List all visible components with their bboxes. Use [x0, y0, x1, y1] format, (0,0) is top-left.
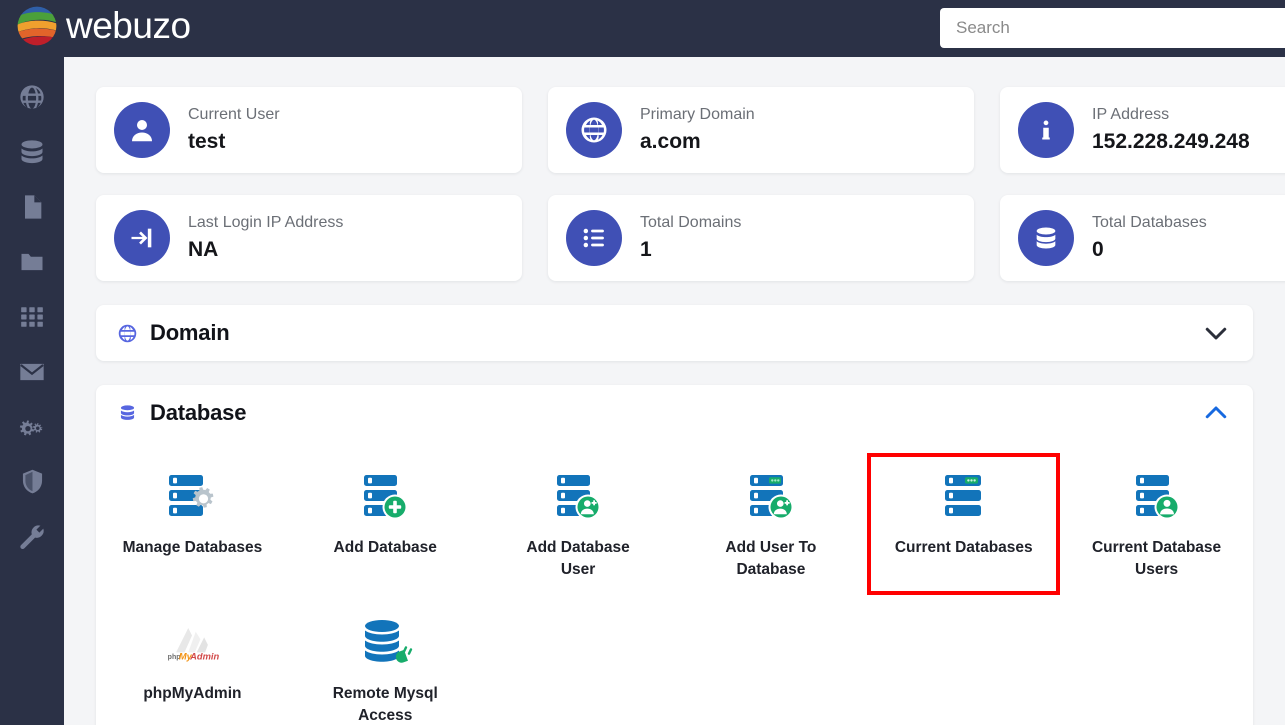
grid-item-label: phpMyAdmin	[143, 685, 242, 702]
globe-icon	[20, 84, 44, 109]
grid-item-phpmyadmin[interactable]: php My Admin phpMyAdmin	[96, 603, 289, 725]
sidebar-item-databases[interactable]	[0, 124, 64, 179]
chevron-up-icon[interactable]	[1201, 398, 1231, 428]
stat-value: test	[188, 130, 226, 153]
panel-domain-header[interactable]: Domain	[96, 305, 1253, 361]
server-user-add-icon	[742, 469, 800, 525]
brand-name: webuzo	[66, 5, 191, 46]
grid-item-label: Manage Databases	[122, 539, 263, 556]
server-user-icon	[549, 469, 607, 525]
panel-database-header[interactable]: Database	[96, 385, 1253, 441]
grid-item-label: Add Database User	[526, 539, 630, 578]
grid-item-label: Remote Mysql Access	[332, 685, 438, 724]
sidebar-item-apps[interactable]	[0, 289, 64, 344]
globe-icon	[566, 102, 622, 158]
grid-item-label: Current Database Users	[1091, 539, 1222, 578]
main-content: Current User test Primary Domain a.com I…	[64, 57, 1285, 725]
top-header-bar: webuzo	[0, 0, 1285, 57]
panel-database: Database Manage Databases Add Database A…	[96, 385, 1253, 725]
sidebar-item-files[interactable]	[0, 179, 64, 234]
stat-card-last-login-ip: Last Login IP Address NA	[96, 195, 522, 281]
svg-text:Admin: Admin	[190, 651, 220, 661]
folder-icon	[21, 253, 43, 270]
stat-label: Current User	[188, 106, 280, 123]
grid-item-current-databases[interactable]: Current Databases	[867, 453, 1061, 595]
grid-item-add-database[interactable]: Add Database	[289, 457, 482, 591]
panel-title: Database	[150, 400, 247, 425]
grid-item-add-user-to-database[interactable]: Add User To Database	[674, 457, 867, 591]
globe-icon	[116, 322, 138, 344]
database-icon	[116, 402, 138, 424]
grid-item-label: Add Database	[333, 539, 437, 556]
sidebar-item-settings[interactable]	[0, 399, 64, 454]
phpmyadmin-logo-icon: php My Admin	[163, 615, 221, 671]
stat-card-total-databases: Total Databases 0	[1000, 195, 1285, 281]
stat-label: Total Databases	[1092, 214, 1207, 231]
stat-label: Last Login IP Address	[188, 214, 344, 231]
webuzo-globe-logo-icon	[17, 6, 57, 46]
grid-item-remote-mysql-access[interactable]: Remote Mysql Access	[289, 603, 482, 725]
stat-card-grid: Current User test Primary Domain a.com I…	[96, 87, 1285, 281]
database-action-grid: Manage Databases Add Database Add Databa…	[96, 453, 1253, 725]
stat-card-primary-domain: Primary Domain a.com	[548, 87, 974, 173]
server-user-icon	[1128, 469, 1186, 525]
sidebar-item-security[interactable]	[0, 454, 64, 509]
database-plug-icon	[356, 615, 414, 671]
brand-logo[interactable]: webuzo	[14, 3, 191, 49]
wrench-icon	[20, 524, 44, 549]
sidebar-item-email[interactable]	[0, 344, 64, 399]
sidebar-item-domains[interactable]	[0, 69, 64, 124]
stat-value: a.com	[640, 130, 701, 153]
left-sidebar-nav	[0, 57, 64, 725]
panel-domain: Domain	[96, 305, 1253, 361]
stat-card-current-user: Current User test	[96, 87, 522, 173]
grid-item-add-database-user[interactable]: Add Database User	[482, 457, 675, 591]
search-input[interactable]	[940, 8, 1285, 48]
sidebar-item-tools[interactable]	[0, 509, 64, 564]
stat-value: NA	[188, 238, 219, 261]
grid-item-label: Current Databases	[894, 539, 1033, 556]
user-icon	[114, 102, 170, 158]
sidebar-item-folders[interactable]	[0, 234, 64, 289]
stat-label: IP Address	[1092, 106, 1170, 123]
server-plus-icon	[356, 469, 414, 525]
panel-title: Domain	[150, 320, 230, 345]
grid-apps-icon	[21, 306, 43, 327]
database-icon	[1018, 210, 1074, 266]
login-arrow-icon	[114, 210, 170, 266]
panel-database-body: Manage Databases Add Database Add Databa…	[96, 441, 1253, 725]
shield-icon	[22, 469, 42, 494]
gears-icon	[19, 419, 43, 435]
grid-item-manage-databases[interactable]: Manage Databases	[96, 457, 289, 591]
mail-envelope-icon	[20, 363, 44, 380]
chevron-down-icon[interactable]	[1201, 318, 1231, 348]
stat-card-ip-address: IP Address 152.228.249.248	[1000, 87, 1285, 173]
list-icon	[566, 210, 622, 266]
server-stack-icon	[935, 469, 993, 525]
stat-card-total-domains: Total Domains 1	[548, 195, 974, 281]
server-gear-icon	[163, 469, 221, 525]
stat-value: 152.228.249.248	[1092, 130, 1250, 153]
stat-label: Total Domains	[640, 214, 742, 231]
stat-value: 0	[1092, 238, 1104, 261]
stat-label: Primary Domain	[640, 106, 755, 123]
grid-item-label: Add User To Database	[725, 539, 817, 578]
grid-item-current-database-users[interactable]: Current Database Users	[1060, 457, 1253, 591]
info-icon	[1018, 102, 1074, 158]
stat-value: 1	[640, 238, 652, 261]
database-icon	[21, 139, 43, 163]
file-icon	[25, 194, 42, 219]
